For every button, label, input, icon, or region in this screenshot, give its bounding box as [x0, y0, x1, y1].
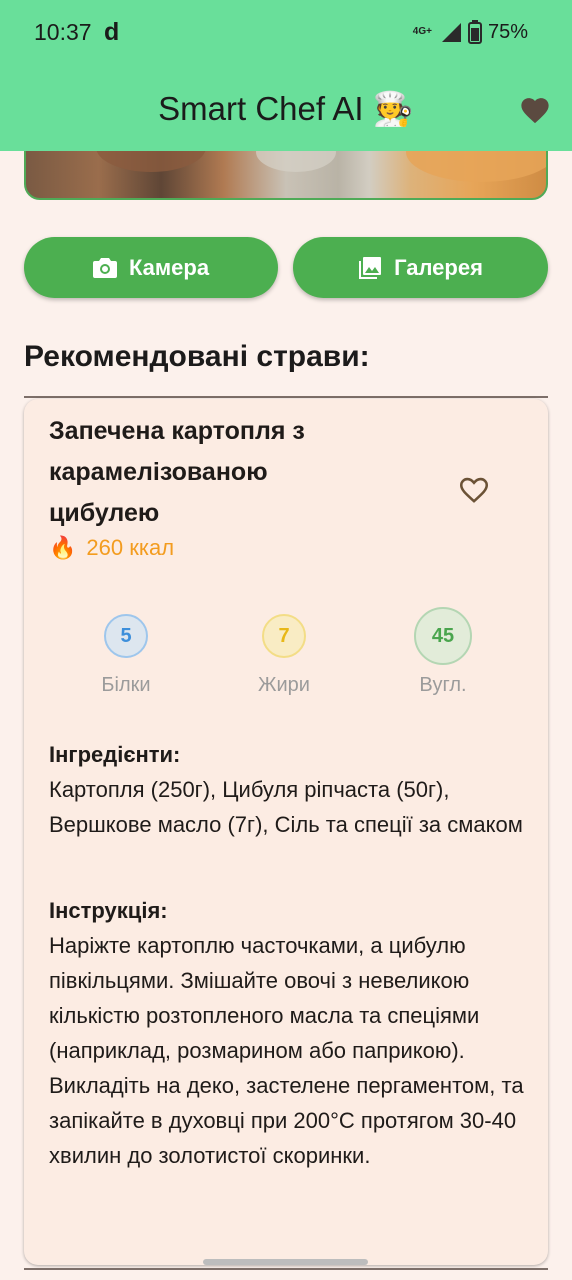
battery-icon: [467, 20, 482, 44]
heart-outline-icon[interactable]: [457, 473, 491, 505]
ingredients-text: Картопля (250г), Цибуля ріпчаста (50г), …: [49, 777, 523, 837]
gallery-icon: [359, 256, 382, 279]
heart-filled-icon[interactable]: [518, 94, 552, 124]
network-type-label: 4G+: [412, 26, 432, 37]
macro-carbs-label: Вугл.: [419, 674, 467, 696]
camera-icon: [92, 257, 117, 278]
section-divider: [24, 396, 548, 398]
instructions-section: Інструкція: Наріжте картоплю часточками,…: [49, 893, 529, 1173]
macro-carbs-value: 45: [414, 607, 472, 665]
camera-button[interactable]: Камера: [24, 237, 278, 298]
macro-fat: 7 Жири: [224, 614, 344, 697]
calories-value: 260 ккал: [86, 535, 175, 560]
macro-protein: 5 Білки: [66, 614, 186, 697]
status-time: 10:37: [34, 19, 92, 45]
signal-icon: [441, 23, 461, 42]
gallery-button-label: Галерея: [394, 254, 483, 280]
macro-protein-label: Білки: [101, 674, 151, 696]
notification-icon: d: [104, 18, 120, 46]
macro-fat-value: 7: [262, 614, 306, 658]
ingredients-label: Інгредієнти:: [49, 742, 181, 767]
navigation-handle[interactable]: [203, 1259, 368, 1265]
app-title: Smart Chef AI 🧑‍🍳: [158, 90, 414, 127]
recipe-card[interactable]: Запечена картопля з карамелізованою цибу…: [24, 399, 548, 1265]
instructions-text: Наріжте картоплю часточками, а цибулю пі…: [49, 933, 524, 1168]
battery-percent: 75%: [487, 20, 528, 43]
macro-fat-label: Жири: [258, 674, 310, 696]
app-bar: 10:37 d 4G+ 75% Smart Chef AI 🧑‍🍳: [0, 0, 572, 151]
title-bar: Smart Chef AI 🧑‍🍳: [0, 66, 572, 151]
calories-row: 🔥 260 ккал: [49, 535, 174, 561]
fire-icon: 🔥: [49, 535, 77, 560]
status-indicators: 4G+ 75%: [413, 20, 528, 44]
recipe-title: Запечена картопля з карамелізованою цибу…: [49, 417, 305, 527]
macro-protein-value: 5: [104, 614, 148, 658]
status-bar: 10:37 d 4G+ 75%: [0, 0, 572, 66]
bottom-divider: [24, 1268, 548, 1270]
macro-carbs: 45 Вугл.: [383, 607, 503, 697]
gallery-button[interactable]: Галерея: [293, 237, 548, 298]
ingredients-section: Інгредієнти: Картопля (250г), Цибуля ріп…: [49, 737, 529, 842]
camera-button-label: Камера: [128, 254, 210, 280]
section-title: Рекомендовані страви:: [24, 340, 370, 373]
instructions-label: Інструкція:: [49, 898, 168, 923]
